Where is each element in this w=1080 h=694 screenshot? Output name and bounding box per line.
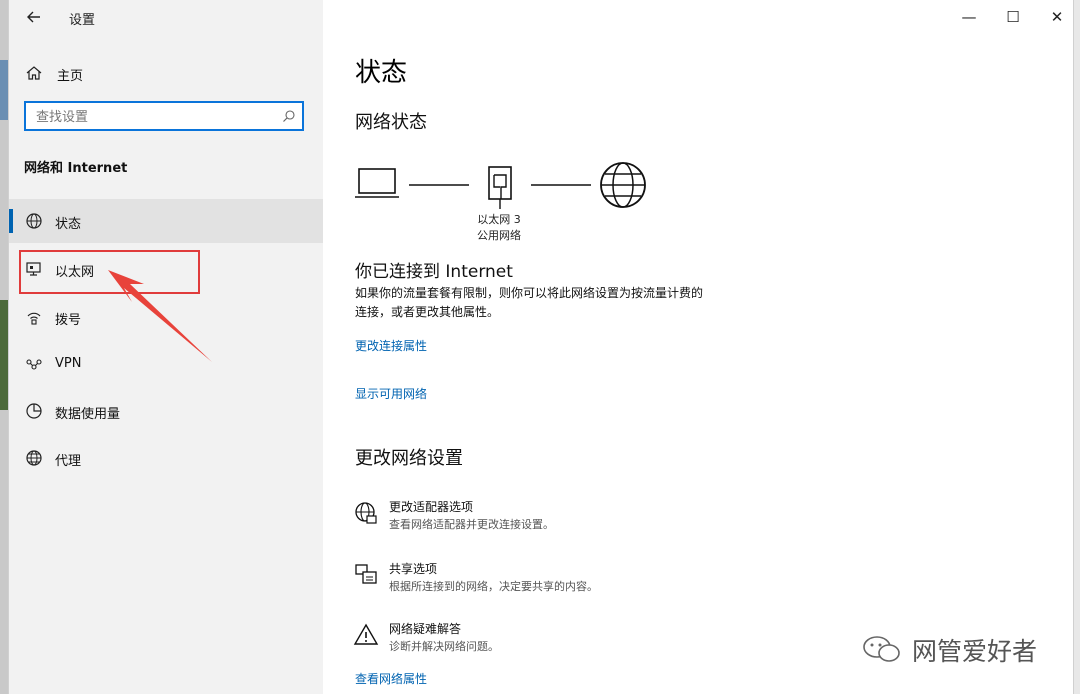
connection-status-title: 你已连接到 Internet	[355, 262, 513, 282]
vpn-icon	[26, 359, 42, 370]
nav-home[interactable]: 主页	[9, 60, 323, 86]
setting-title: 更改适配器选项	[389, 500, 474, 514]
adapter-name: 以太网 3	[477, 213, 521, 226]
connection-line	[531, 184, 591, 186]
sidebar-item-label: 状态	[55, 217, 82, 232]
connection-line	[409, 184, 469, 186]
background-fragment	[0, 60, 8, 120]
home-icon	[26, 66, 42, 80]
change-network-settings-heading: 更改网络设置	[355, 448, 463, 469]
connection-status-description: 如果你的流量套餐有限制，则你可以将此网络设置为按流量计费的 连接，或者更改其他属…	[355, 284, 775, 322]
setting-subtitle: 诊断并解决网络问题。	[389, 640, 499, 653]
change-connection-properties-link[interactable]: 更改连接属性	[355, 337, 427, 354]
sidebar-item-data-usage[interactable]: 数据使用量	[9, 389, 323, 433]
back-arrow-icon	[27, 11, 40, 23]
search-box[interactable]	[24, 101, 304, 131]
sidebar-item-status[interactable]: 状态	[9, 199, 323, 243]
background-desktop-left	[0, 0, 8, 694]
home-label: 主页	[57, 69, 84, 84]
close-button[interactable]: ✕	[1037, 4, 1073, 30]
minimize-button[interactable]: —	[949, 4, 989, 30]
show-available-networks-link[interactable]: 显示可用网络	[355, 385, 427, 402]
internet-globe-icon	[600, 162, 646, 208]
warning-icon	[353, 623, 379, 645]
watermark-text: 网管爱好者	[912, 637, 1038, 666]
dialup-icon	[27, 312, 41, 325]
setting-title: 共享选项	[389, 562, 438, 576]
sidebar-item-label: VPN	[55, 356, 82, 371]
network-diagram: 以太网 3 公用网络	[353, 155, 673, 245]
setting-title: 网络疑难解答	[389, 622, 462, 636]
ethernet-port-icon	[488, 166, 512, 209]
network-type: 公用网络	[477, 229, 521, 242]
back-button[interactable]	[23, 6, 45, 28]
wechat-icon	[863, 636, 900, 662]
adapter-options-row[interactable]: 更改适配器选项 查看网络适配器并更改连接设置。	[353, 498, 773, 538]
proxy-globe-icon	[26, 450, 42, 466]
titlebar-left: 设置	[9, 0, 323, 34]
description-line: 连接，或者更改其他属性。	[355, 305, 500, 319]
view-network-properties-link[interactable]: 查看网络属性	[355, 670, 427, 687]
page-title: 状态	[355, 58, 408, 88]
laptop-icon	[355, 168, 399, 198]
background-fragment	[0, 300, 8, 410]
sharing-options-row[interactable]: 共享选项 根据所连接到的网络，决定要共享的内容。	[353, 560, 773, 600]
description-line: 如果你的流量套餐有限制，则你可以将此网络设置为按流量计费的	[355, 286, 704, 300]
network-status-heading: 网络状态	[355, 112, 427, 133]
sidebar-item-label: 数据使用量	[55, 407, 121, 422]
sidebar-item-label: 代理	[55, 454, 82, 469]
search-input[interactable]	[34, 107, 278, 127]
app-title: 设置	[69, 13, 96, 28]
annotation-arrow-icon	[108, 270, 212, 362]
settings-window: 设置 主页 网络和 Internet 状态	[8, 0, 1074, 694]
sidebar-item-proxy[interactable]: 代理	[9, 436, 323, 480]
data-usage-icon	[26, 403, 42, 419]
troubleshooter-row[interactable]: 网络疑难解答 诊断并解决网络问题。	[353, 620, 773, 660]
setting-subtitle: 根据所连接到的网络，决定要共享的内容。	[389, 580, 598, 593]
sharing-icon	[355, 564, 377, 584]
globe-status-icon	[26, 213, 42, 229]
sidebar: 设置 主页 网络和 Internet 状态	[9, 0, 323, 694]
section-title: 网络和 Internet	[24, 161, 128, 176]
content-pane: — ☐ ✕ 状态 网络状态 以太网 3 公用网络 你已连接到 Internet …	[323, 0, 1073, 694]
active-indicator	[9, 209, 13, 233]
setting-subtitle: 查看网络适配器并更改连接设置。	[389, 518, 554, 531]
maximize-button[interactable]: ☐	[993, 4, 1033, 30]
search-icon[interactable]	[282, 109, 296, 123]
adapter-icon	[355, 502, 377, 524]
sidebar-item-label: 拨号	[55, 313, 82, 328]
